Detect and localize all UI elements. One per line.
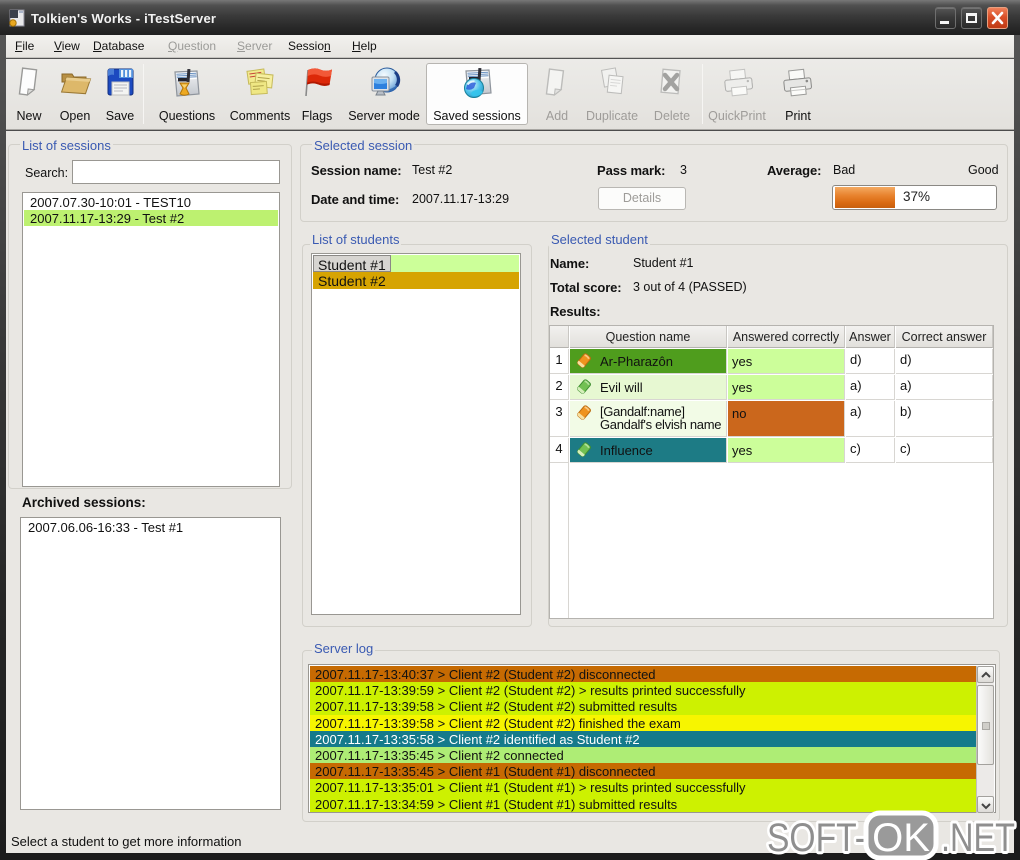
svg-text:OK: OK [872,816,930,860]
svg-text:.NET: .NET [941,816,1015,860]
svg-text:SOFT-: SOFT- [767,816,866,860]
